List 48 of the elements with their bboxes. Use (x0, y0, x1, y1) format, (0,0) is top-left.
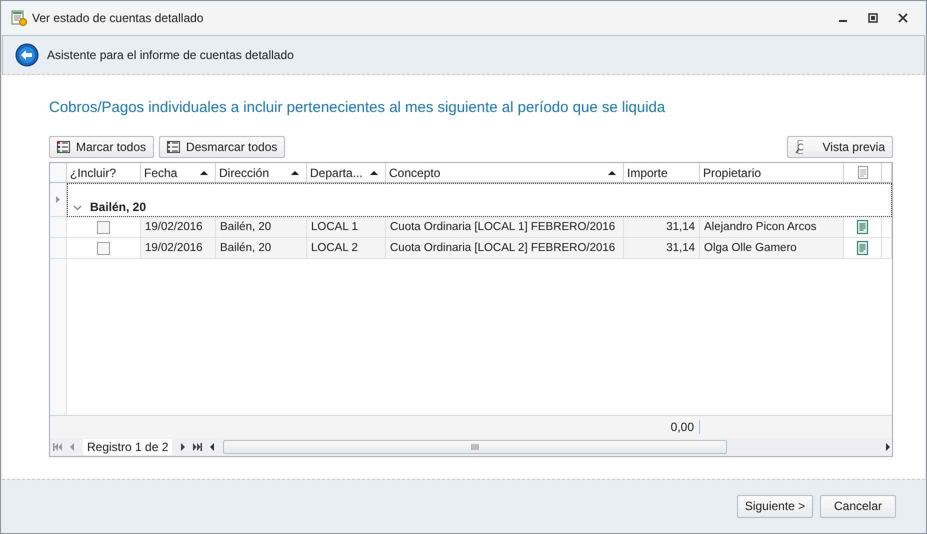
cancel-button[interactable]: Cancelar (820, 494, 896, 518)
search-icon (795, 140, 803, 154)
current-row-icon (56, 196, 60, 203)
unmark-all-button[interactable]: Desmarcar todos (159, 136, 286, 158)
owner-cell: Alejandro Picon Arcos (704, 221, 817, 233)
record-counter: Registro 1 de 2 (83, 439, 172, 455)
department-cell: LOCAL 2 (311, 242, 358, 254)
column-header[interactable]: Fecha (144, 166, 198, 180)
date-cell: 19/02/2016 (145, 221, 203, 233)
mark-all-button[interactable]: Marcar todos (49, 136, 154, 158)
list-icon (57, 141, 70, 153)
next-record-icon[interactable] (178, 443, 188, 451)
preview-button[interactable]: Vista previa (787, 136, 893, 158)
document-icon (858, 166, 868, 179)
date-cell: 19/02/2016 (145, 242, 203, 254)
app-icon (11, 10, 27, 26)
address-cell: Bailén, 20 (220, 242, 272, 254)
group-label: Bailén, 20 (90, 200, 146, 214)
department-cell: LOCAL 1 (311, 221, 358, 233)
restore-icon[interactable] (868, 13, 878, 23)
document-icon[interactable] (857, 220, 868, 234)
checkbox[interactable] (97, 242, 110, 254)
total-amount: 0,00 (670, 420, 694, 434)
collapse-icon[interactable] (73, 204, 82, 212)
concept-cell: Cuota Ordinaria [LOCAL 1] FEBRERO/2016 (390, 221, 616, 233)
next-button[interactable]: Siguiente > (737, 494, 813, 518)
column-header[interactable]: ¿Incluir? (70, 166, 137, 180)
section-heading: Cobros/Pagos individuales a incluir pertenecientes al mes siguiente al período que se liquida (49, 99, 666, 116)
column-header[interactable]: Dirección (219, 166, 289, 180)
back-icon[interactable] (15, 43, 39, 67)
document-icon[interactable] (857, 241, 868, 255)
scrollbar-thumb[interactable] (223, 440, 727, 454)
concept-cell: Cuota Ordinaria [LOCAL 2] FEBRERO/2016 (390, 242, 616, 254)
column-header[interactable]: Propietario (703, 166, 840, 180)
list-icon (167, 141, 180, 153)
owner-cell: Olga Olle Gamero (704, 242, 797, 254)
column-header[interactable]: Departa... (310, 166, 368, 180)
amount-cell: 31,14 (666, 221, 695, 233)
last-record-icon[interactable] (193, 443, 202, 451)
close-icon[interactable] (898, 13, 908, 23)
window-title: Ver estado de cuentas detallado (32, 11, 204, 25)
amount-cell: 31,14 (666, 242, 695, 254)
checkbox[interactable] (97, 220, 110, 234)
scroll-right-icon[interactable] (883, 443, 892, 451)
address-cell: Bailén, 20 (220, 221, 272, 233)
column-header[interactable]: Concepto (389, 166, 606, 180)
column-header[interactable]: Importe (627, 166, 696, 180)
wizard-title: Asistente para el informe de cuentas detallado (47, 48, 294, 62)
